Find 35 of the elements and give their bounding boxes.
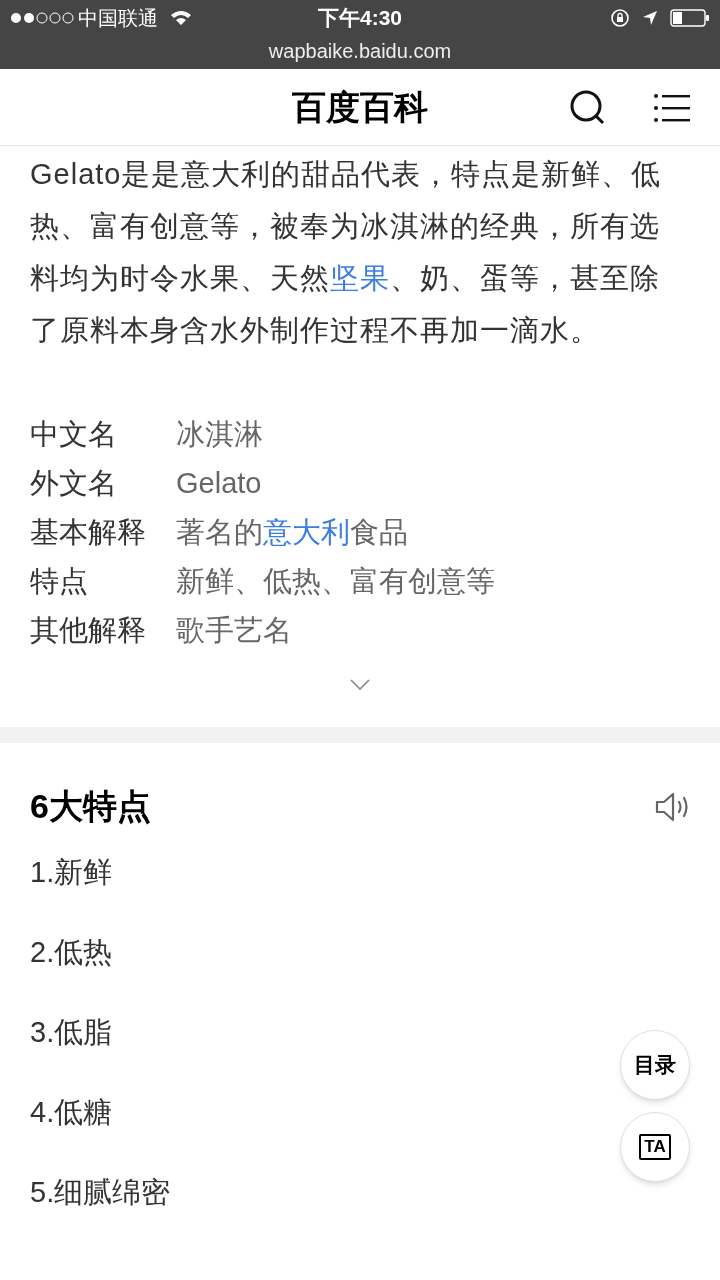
site-title: 百度百科 bbox=[292, 86, 428, 128]
info-label: 其他解释 bbox=[30, 612, 147, 648]
link[interactable]: 坚果 bbox=[330, 262, 390, 294]
search-icon[interactable] bbox=[570, 90, 606, 126]
expand-chevron-icon[interactable] bbox=[350, 679, 370, 691]
carrier-name: 中国联通 bbox=[78, 6, 158, 31]
info-value: 著名的意大利食品 bbox=[176, 514, 408, 550]
toc-button[interactable]: 目录 bbox=[620, 1030, 690, 1100]
feature-item: 3.低脂 bbox=[30, 1015, 114, 1050]
feature-item: 5.细腻绵密 bbox=[30, 1175, 172, 1210]
wifi-icon bbox=[170, 10, 192, 26]
signal-icon bbox=[10, 12, 74, 24]
clock-time: 下午4:30 bbox=[318, 5, 402, 32]
info-value: 冰淇淋 bbox=[176, 416, 263, 452]
rotation-lock-icon bbox=[610, 8, 630, 28]
info-label: 中文名 bbox=[30, 416, 118, 452]
location-arrow-icon bbox=[642, 10, 658, 26]
feature-item: 4.低糖 bbox=[30, 1095, 114, 1130]
ta-icon: TA bbox=[639, 1134, 671, 1160]
menu-icon[interactable] bbox=[654, 94, 690, 122]
link[interactable]: 意大利 bbox=[263, 515, 350, 548]
feature-item: 1.新鲜 bbox=[30, 855, 114, 890]
feature-item: 2.低热 bbox=[30, 935, 114, 970]
info-label: 特点 bbox=[30, 563, 89, 599]
page-url: wapbaike.baidu.com bbox=[268, 39, 452, 64]
text-size-button[interactable]: TA bbox=[620, 1112, 690, 1182]
intro-paragraph: Gelato是是意大利的甜品代表，特点是新鲜、低热、富有创意等，被奉为冰淇淋的经典，所有选料均为时令水果、天然坚果、奶、蛋等，甚至除了原料本身含水外制作过程不再加一滴水。 bbox=[30, 157, 663, 348]
info-value: 歌手艺名 bbox=[176, 612, 292, 648]
info-value: Gelato bbox=[176, 465, 262, 501]
info-label: 基本解释 bbox=[30, 514, 147, 550]
info-value: 新鲜、低热、富有创意等 bbox=[176, 563, 495, 599]
battery-icon bbox=[670, 9, 710, 27]
speaker-icon[interactable] bbox=[654, 791, 690, 822]
info-label: 外文名 bbox=[30, 465, 118, 501]
section-heading: 6大特点 bbox=[30, 786, 151, 827]
